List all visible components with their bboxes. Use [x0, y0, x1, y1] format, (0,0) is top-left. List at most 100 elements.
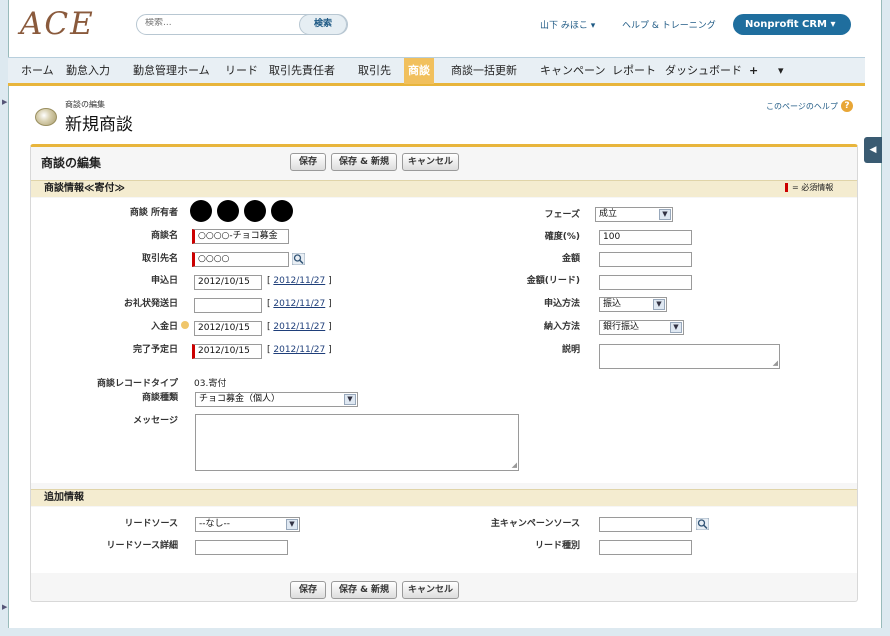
lead-kind-label: リード種別 — [534, 541, 580, 551]
panel-title: 商談の編集 — [41, 156, 102, 170]
opportunity-coin-icon — [35, 108, 57, 126]
tab-attendance-home[interactable]: 勤怠管理ホーム — [133, 58, 210, 84]
description-textarea[interactable]: ◢ — [599, 344, 780, 369]
cancel-button[interactable]: キャンセル — [402, 153, 459, 171]
payment-date-input[interactable]: 2012/10/15 — [194, 321, 262, 336]
tab-leads[interactable]: リード — [225, 58, 258, 84]
record-type-label: 商談レコードタイプ — [96, 379, 178, 389]
apply-method-select[interactable]: 振込 ▼ — [599, 297, 667, 312]
right-scrollbar[interactable] — [882, 0, 890, 636]
app-switcher[interactable]: Nonprofit CRM ▾ — [733, 14, 851, 35]
apply-date-input[interactable]: 2012/10/15 — [194, 275, 262, 290]
lead-kind-input[interactable] — [599, 540, 692, 555]
opportunity-name-input[interactable]: ○○○○-チョコ募金 — [192, 229, 289, 244]
chevron-down-icon[interactable]: ▼ — [670, 322, 682, 333]
campaign-label: 主キャンペーンソース — [490, 519, 580, 529]
payment-method-select[interactable]: 銀行振込 ▼ — [599, 320, 684, 335]
save-button[interactable]: 保存 — [290, 153, 326, 171]
lookup-magnifier-icon[interactable] — [292, 253, 305, 265]
probability-input[interactable]: 100 — [599, 230, 692, 245]
payment-date-label: 入金日 — [150, 322, 178, 332]
left-arrow-icon-bottom[interactable]: ▶ — [2, 603, 7, 611]
global-search: 検索 — [136, 14, 348, 35]
org-logo[interactable]: ACE — [20, 6, 95, 42]
today-link-text[interactable]: 2012/11/27 — [273, 345, 325, 355]
kind-select[interactable]: チョコ募金（個人） ▼ — [195, 392, 358, 407]
page-subtitle: 商談の編集 — [65, 100, 105, 109]
save-new-button-bottom[interactable]: 保存 & 新規 — [331, 581, 397, 599]
kind-select-value: チョコ募金（個人） — [199, 394, 281, 404]
lead-source-label: リードソース — [124, 519, 178, 529]
cancel-button-bottom[interactable]: キャンセル — [402, 581, 459, 599]
payment-date-today-link[interactable]: [ 2012/11/27 ] — [267, 322, 332, 332]
account-name-input[interactable]: ○○○○ — [192, 252, 289, 267]
tab-bulk-update[interactable]: 商談一括更新 — [451, 58, 517, 84]
amount-lead-input[interactable] — [599, 275, 692, 290]
tab-accounts[interactable]: 取引先 — [358, 58, 391, 84]
lead-source-select[interactable]: --なし-- ▼ — [195, 517, 300, 532]
chevron-down-icon[interactable]: ▼ — [286, 519, 298, 530]
campaign-input[interactable] — [599, 517, 692, 532]
owner-redacted-mark — [217, 200, 239, 222]
today-link-text[interactable]: 2012/11/27 — [273, 299, 325, 309]
tab-attendance-input[interactable]: 勤怠入力 — [66, 58, 110, 84]
lead-source-value: --なし-- — [199, 519, 230, 529]
phase-select-value: 成立 — [599, 209, 618, 219]
save-button-bottom[interactable]: 保存 — [290, 581, 326, 599]
thanks-date-today-link[interactable]: [ 2012/11/27 ] — [267, 299, 332, 309]
today-link-text[interactable]: 2012/11/27 — [273, 322, 325, 332]
lead-detail-label: リードソース詳細 — [106, 541, 178, 551]
left-arrow-icon[interactable]: ▶ — [2, 98, 7, 106]
user-menu[interactable]: 山下 みほこ ▾ — [540, 18, 595, 31]
section-opportunity-info: 商談情報≪寄付≫ — [31, 180, 857, 197]
record-type-value: 03.寄付 — [194, 379, 227, 389]
collapse-sidebar-tab[interactable]: ◀ — [864, 137, 882, 163]
payment-method-label: 納入方法 — [543, 322, 580, 332]
resize-grip-icon[interactable]: ◢ — [512, 461, 517, 469]
help-training-link[interactable]: ヘルプ & トレーニング — [622, 18, 716, 31]
close-date-today-link[interactable]: [ 2012/11/27 ] — [267, 345, 332, 355]
close-date-input[interactable]: 2012/10/15 — [192, 344, 262, 359]
apply-date-today-link[interactable]: [ 2012/11/27 ] — [267, 276, 332, 286]
required-legend-text: = 必須情報 — [792, 183, 834, 192]
bottom-scrollbar[interactable] — [8, 628, 882, 636]
thanks-date-input[interactable] — [194, 298, 262, 313]
search-input[interactable] — [145, 18, 295, 28]
close-date-label: 完了予定日 — [132, 345, 178, 355]
lookup-magnifier-icon[interactable] — [696, 518, 709, 530]
section-additional-info: 追加情報 — [31, 489, 857, 506]
today-link-text[interactable]: 2012/11/27 — [273, 276, 325, 286]
apply-date-label: 申込日 — [150, 276, 178, 286]
tab-bar: ホーム 勤怠入力 勤怠管理ホーム リード 取引先責任者 取引先 商談 商談一括更… — [8, 57, 865, 86]
left-scroll-strip[interactable]: ▶ ▶ — [0, 0, 8, 636]
save-new-button[interactable]: 保存 & 新規 — [331, 153, 397, 171]
tab-opportunities[interactable]: 商談 — [404, 58, 434, 84]
page-title: 新規商談 — [65, 115, 133, 135]
tab-dashboards[interactable]: ダッシュボード — [665, 58, 742, 84]
resize-grip-icon[interactable]: ◢ — [773, 359, 778, 367]
apply-method-value: 振込 — [603, 299, 622, 309]
chevron-down-icon[interactable]: ▼ — [659, 209, 671, 220]
owner-label: 商談 所有者 — [129, 208, 178, 218]
name-label: 商談名 — [150, 231, 178, 241]
lead-detail-input[interactable] — [195, 540, 288, 555]
search-button[interactable]: 検索 — [299, 14, 347, 35]
tab-home[interactable]: ホーム — [21, 58, 54, 84]
tab-reports[interactable]: レポート — [612, 58, 656, 84]
tab-contacts[interactable]: 取引先責任者 — [269, 58, 335, 84]
page-help-link[interactable]: このページのヘルプ — [766, 101, 838, 112]
tab-add-icon[interactable]: + — [749, 58, 758, 84]
info-dot-icon — [181, 321, 189, 329]
chevron-down-icon[interactable]: ▼ — [344, 394, 356, 405]
thanks-date-label: お礼状発送日 — [123, 299, 178, 309]
tab-more-chevron-icon[interactable]: ▾ — [778, 58, 784, 84]
message-textarea[interactable]: ◢ — [195, 414, 519, 471]
chevron-down-icon[interactable]: ▼ — [653, 299, 665, 310]
phase-label: フェーズ — [544, 210, 580, 220]
help-icon[interactable]: ? — [841, 100, 853, 112]
tab-campaigns[interactable]: キャンペーン — [540, 58, 605, 84]
amount-lead-label: 金額(リード) — [526, 276, 580, 286]
amount-input[interactable] — [599, 252, 692, 267]
phase-select[interactable]: 成立 ▼ — [595, 207, 673, 222]
message-label: メッセージ — [133, 416, 178, 426]
